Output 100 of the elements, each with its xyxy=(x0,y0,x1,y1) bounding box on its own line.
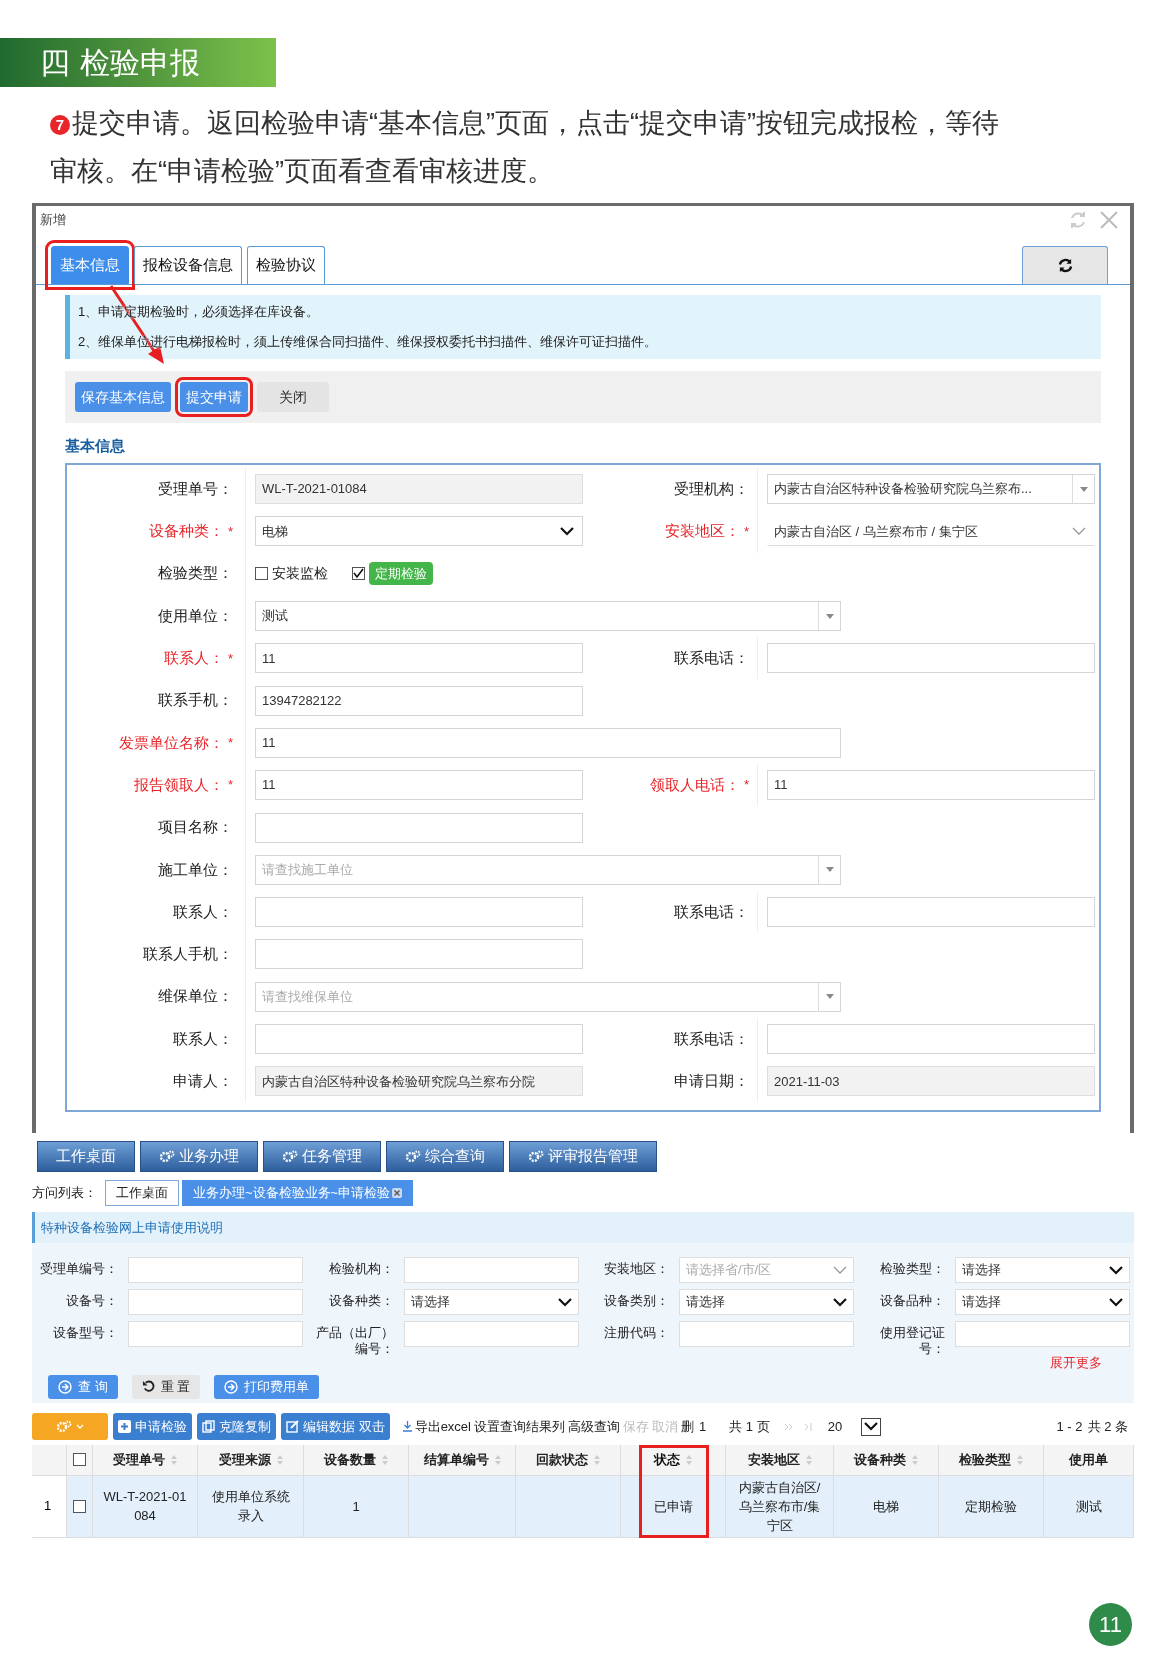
input-field[interactable] xyxy=(255,897,583,928)
tab[interactable]: 报检设备信息 xyxy=(134,246,242,284)
undo-icon xyxy=(141,1380,155,1393)
nav-tab[interactable]: 任务管理 xyxy=(263,1141,381,1172)
input-field[interactable] xyxy=(128,1321,303,1347)
history-tab[interactable]: 工作桌面 xyxy=(105,1180,179,1206)
column-header[interactable]: 受理单号 xyxy=(113,1449,177,1470)
input-field[interactable]: 内蒙古自治区特种设备检验研究院乌兰察布分院 xyxy=(255,1066,583,1097)
column-header[interactable]: 安装地区 xyxy=(747,1449,812,1470)
input-field[interactable] xyxy=(767,643,1095,674)
field-label: 联系人： xyxy=(163,648,224,669)
visits-label: 方问列表： xyxy=(32,1184,97,1203)
chevron-down-icon xyxy=(864,1422,879,1431)
page-size-select[interactable] xyxy=(861,1417,882,1436)
table-cell-text: 已申请 xyxy=(653,1497,693,1516)
table-cell-text: 测试 xyxy=(1075,1497,1102,1516)
checkbox[interactable] xyxy=(73,1499,86,1513)
input-field[interactable] xyxy=(255,812,583,843)
refresh-icon[interactable] xyxy=(1068,210,1088,230)
field-label: 联系电话： xyxy=(674,1028,749,1049)
input-field[interactable]: 11 xyxy=(255,643,583,674)
input-field[interactable] xyxy=(255,1024,583,1054)
input-field[interactable] xyxy=(403,1321,579,1347)
sort-icon xyxy=(686,1454,692,1465)
select-field[interactable]: 请选择 xyxy=(954,1289,1130,1315)
filter-label: 安装地区： xyxy=(603,1260,669,1277)
toolbar-button[interactable]: 编辑数据 双击 xyxy=(281,1413,390,1440)
page-input[interactable]: 1 xyxy=(699,1416,707,1437)
close-icon[interactable] xyxy=(392,1188,403,1198)
dropdown-arrow-icon xyxy=(1079,486,1088,492)
nav-tab[interactable]: 业务办理 xyxy=(140,1141,258,1172)
page-size: 20 xyxy=(827,1417,843,1436)
field-label: 联系人手机： xyxy=(143,944,233,965)
input-field[interactable]: 13947282122 xyxy=(255,685,583,716)
column-header[interactable]: 受理来源 xyxy=(218,1449,283,1470)
select-field[interactable]: 请选择 xyxy=(679,1289,854,1315)
row-number: 1 xyxy=(44,1497,52,1516)
chevron-down-icon xyxy=(833,1297,847,1307)
filter-label: 设备类别： xyxy=(603,1292,669,1309)
input-field[interactable] xyxy=(679,1321,854,1347)
column-header[interactable]: 设备数量 xyxy=(324,1449,388,1470)
checkbox[interactable] xyxy=(352,567,365,581)
toolbar-button[interactable]: 申请检验 xyxy=(113,1413,192,1440)
combo-field[interactable]: 测试 xyxy=(255,601,841,632)
column-header[interactable]: 设备种类 xyxy=(854,1449,918,1470)
action-button[interactable]: 重 置 xyxy=(131,1374,201,1399)
info-link[interactable]: 特种设备检验网上申请使用说明 xyxy=(41,1217,223,1238)
nav-tab[interactable]: 评审报告管理 xyxy=(509,1141,657,1172)
input-field[interactable]: 11 xyxy=(255,727,841,758)
page-number: 11 xyxy=(1089,1603,1132,1646)
field-label: 发票单位名称： xyxy=(118,732,224,753)
expand-more-link[interactable]: 展开更多 xyxy=(1050,1353,1102,1373)
dropdown-arrow-icon xyxy=(825,867,834,873)
nav-tab[interactable]: 综合查询 xyxy=(386,1141,504,1172)
column-header[interactable]: 结算单编号 xyxy=(423,1449,501,1470)
select-field[interactable]: 请选择 xyxy=(403,1289,579,1315)
select-field[interactable]: 请选择 xyxy=(954,1257,1130,1283)
tab[interactable]: 检验协议 xyxy=(247,246,325,284)
input-field[interactable]: WL-T-2021-01084 xyxy=(255,474,583,505)
field-label: 申请日期： xyxy=(674,1071,749,1092)
column-header[interactable]: 状态 xyxy=(654,1449,692,1470)
toolbar-button[interactable]: 克隆复制 xyxy=(197,1413,276,1440)
checkbox[interactable] xyxy=(73,1453,86,1466)
page-count: 共 1 页 xyxy=(729,1417,770,1436)
required-mark: * xyxy=(743,522,749,541)
action-button[interactable]: 关闭 xyxy=(257,382,329,412)
dropdown-arrow-icon xyxy=(825,994,834,1000)
field-label: 检验类型： xyxy=(158,563,233,584)
input-field[interactable] xyxy=(255,939,583,970)
download-icon xyxy=(402,1421,412,1432)
combo-field[interactable]: 内蒙古自治区特种设备检验研究院乌兰察布... xyxy=(767,474,1095,505)
gears-icon xyxy=(56,1420,72,1433)
filter-label: 使用登记证号： xyxy=(878,1324,945,1357)
checkbox[interactable] xyxy=(255,567,268,581)
column-header[interactable]: 检验类型 xyxy=(959,1449,1023,1470)
input-field[interactable] xyxy=(954,1321,1130,1347)
refresh-button[interactable] xyxy=(1022,246,1108,284)
input-field[interactable]: 11 xyxy=(767,770,1095,801)
input-field[interactable] xyxy=(128,1289,303,1315)
input-field[interactable]: 2021-11-03 xyxy=(767,1066,1095,1097)
field-label: 设备种类： xyxy=(148,521,224,542)
select-field[interactable]: 电梯 xyxy=(255,516,583,547)
field-label: 项目名称： xyxy=(158,817,233,838)
field-label: 联系手机： xyxy=(158,690,233,711)
settings-dropdown[interactable] xyxy=(32,1413,108,1440)
input-field[interactable]: 11 xyxy=(255,770,583,801)
toolbar-link[interactable]: 导出excel xyxy=(414,1416,471,1437)
toolbar-link[interactable]: 高级查询 xyxy=(568,1416,620,1437)
input-field[interactable] xyxy=(767,1024,1095,1054)
toolbar-link[interactable]: 设置查询结果列 xyxy=(474,1416,565,1437)
table-row[interactable]: 1 WL-T-2021-01084 使用单位系统录入 1 已申请 内蒙古自治区/乌兰察布市/集宁区 电梯 定期检验 测试 xyxy=(32,1475,1134,1538)
toolbar-link[interactable]: 删 xyxy=(681,1416,694,1437)
input-field[interactable] xyxy=(403,1257,579,1283)
sort-icon xyxy=(171,1454,177,1465)
input-field[interactable] xyxy=(128,1257,303,1283)
column-header[interactable]: 回款状态 xyxy=(536,1449,600,1470)
required-mark: * xyxy=(227,649,233,668)
column-header[interactable]: 使用单 xyxy=(1069,1449,1108,1470)
input-field[interactable] xyxy=(767,897,1095,928)
nav-tab[interactable]: 工作桌面 xyxy=(37,1141,135,1172)
